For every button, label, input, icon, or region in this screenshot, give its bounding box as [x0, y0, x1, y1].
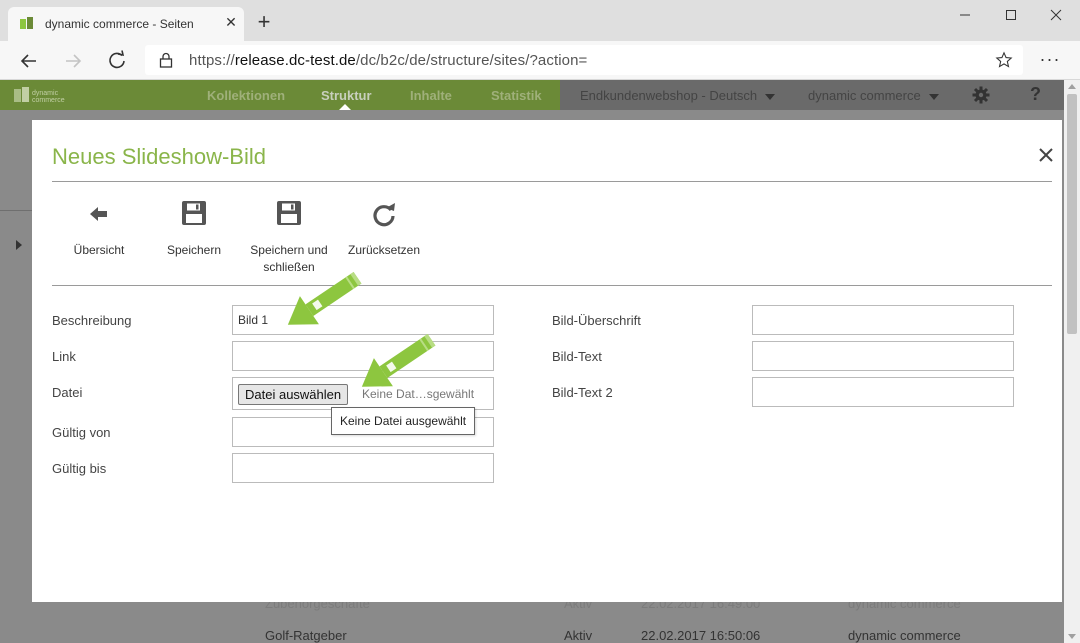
close-window-icon	[1050, 9, 1062, 21]
arrow-left-icon	[90, 207, 107, 221]
app-nav: dynamic commerce Kollektionen Struktur I…	[0, 80, 560, 110]
back-icon[interactable]	[17, 49, 41, 73]
title-divider	[52, 181, 1052, 182]
url-host: release.dc-test.de	[234, 52, 356, 69]
maximize-icon	[1006, 10, 1016, 20]
refresh-icon[interactable]	[105, 49, 129, 73]
row-name: Golf-Ratgeber	[265, 628, 347, 643]
gear-icon[interactable]	[972, 86, 990, 104]
browser-tab[interactable]: dynamic commerce - Seiten ✕	[8, 7, 244, 41]
back-label: Übersicht	[73, 243, 125, 257]
row-date: 22.02.2017 16:50:06	[641, 628, 761, 643]
toolbar-divider	[52, 285, 1052, 286]
scroll-thumb[interactable]	[1067, 94, 1077, 334]
dialog-title: Neues Slideshow-Bild	[52, 144, 266, 169]
nav-item-kollektionen[interactable]: Kollektionen	[207, 88, 285, 103]
dynamic-commerce-logo-icon: dynamic commerce	[14, 87, 65, 104]
save-and-close-label-line1: Speichern und	[250, 243, 328, 257]
valid-to-input[interactable]	[232, 453, 494, 483]
annotation-arrow-icon	[361, 333, 436, 387]
url-text[interactable]: https://release.dc-test.de/dc/b2c/de/str…	[189, 52, 587, 69]
page-scrollbar[interactable]	[1064, 80, 1080, 643]
forward-icon[interactable]	[61, 49, 85, 73]
save-icon	[182, 201, 206, 225]
image-text-label: Bild-Text	[552, 349, 602, 364]
browser-address-bar: https://release.dc-test.de/dc/b2c/de/str…	[0, 41, 1080, 80]
sidebar-expand-icon[interactable]	[16, 240, 22, 250]
url-prefix: https://	[189, 52, 235, 69]
scroll-down-icon[interactable]	[1068, 634, 1076, 639]
redo-icon	[373, 203, 395, 227]
nav-item-statistik[interactable]: Statistik	[491, 88, 542, 103]
image-text-2-label: Bild-Text 2	[552, 385, 613, 400]
maximize-button[interactable]	[988, 0, 1034, 30]
svg-text:dynamic: dynamic	[32, 90, 59, 97]
help-button[interactable]: ?	[1030, 84, 1041, 105]
save-icon	[277, 201, 301, 225]
chevron-down-icon	[765, 93, 776, 100]
dynamic-commerce-favicon-icon	[20, 17, 33, 29]
row-user: dynamic commerce	[848, 628, 961, 643]
slideshow-image-dialog: Neues Slideshow-Bild Übersicht Speichern…	[32, 120, 1062, 602]
row-status: Aktiv	[564, 628, 593, 643]
reset-label: Zurücksetzen	[347, 243, 421, 257]
sidebar-divider	[0, 210, 32, 211]
url-path: /dc/b2c/de/structure/sites/?action=	[355, 52, 588, 69]
link-label: Link	[52, 349, 76, 364]
image-heading-input[interactable]	[752, 305, 1014, 335]
active-nav-indicator	[339, 104, 351, 110]
description-label: Beschreibung	[52, 313, 132, 328]
nav-item-struktur[interactable]: Struktur	[321, 88, 372, 103]
image-heading-label: Bild-Überschrift	[552, 313, 641, 328]
tab-close-icon[interactable]: ✕	[222, 13, 240, 31]
image-text-input[interactable]	[752, 341, 1014, 371]
favorite-star-icon[interactable]	[995, 51, 1013, 69]
valid-to-label: Gültig bis	[52, 461, 107, 476]
minimize-icon	[960, 14, 970, 16]
close-window-button[interactable]	[1033, 0, 1079, 30]
more-options-button[interactable]: ···	[1036, 49, 1064, 73]
browser-tab-bar: dynamic commerce - Seiten ✕ +	[0, 0, 1080, 41]
new-tab-button[interactable]: +	[254, 11, 274, 33]
chevron-down-icon	[928, 93, 939, 100]
image-text-2-input[interactable]	[752, 377, 1014, 407]
file-tooltip: Keine Datei ausgewählt	[331, 407, 476, 435]
close-icon[interactable]	[1037, 146, 1055, 164]
valid-from-label: Gültig von	[52, 425, 111, 440]
scroll-up-icon[interactable]	[1068, 84, 1076, 89]
account-select[interactable]: dynamic commerce	[808, 88, 939, 103]
account-select-value: dynamic commerce	[808, 88, 921, 103]
save-label: Speichern	[166, 243, 222, 257]
tab-title: dynamic commerce - Seiten	[45, 17, 194, 31]
annotation-arrow-icon	[287, 271, 362, 325]
choose-file-button[interactable]: Datei auswählen	[238, 384, 349, 405]
shop-select[interactable]: Endkundenwebshop - Deutsch	[580, 88, 776, 103]
file-label: Datei	[52, 385, 83, 400]
shop-select-value: Endkundenwebshop - Deutsch	[580, 88, 758, 103]
lock-icon[interactable]	[159, 52, 173, 68]
svg-text:commerce: commerce	[32, 97, 65, 104]
minimize-button[interactable]	[942, 0, 988, 30]
url-bar[interactable]: https://release.dc-test.de/dc/b2c/de/str…	[145, 45, 1023, 75]
nav-item-inhalte[interactable]: Inhalte	[410, 88, 452, 103]
